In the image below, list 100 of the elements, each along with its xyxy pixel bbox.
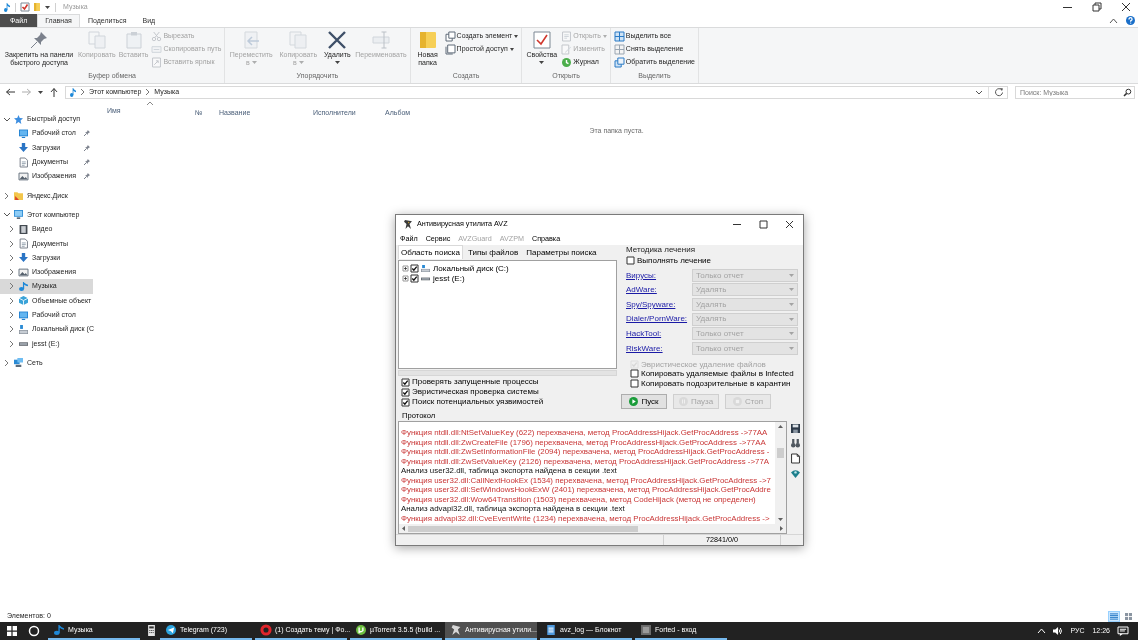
chevron-right-icon[interactable]: [10, 312, 13, 318]
back-arrow-icon[interactable]: [6, 88, 15, 96]
blank-page-icon[interactable]: [790, 454, 800, 463]
avz-logo-icon: [404, 219, 412, 229]
maximize-icon[interactable]: [760, 220, 767, 228]
chevron-right-icon[interactable]: [10, 240, 13, 247]
network-icon: [14, 358, 23, 368]
checkbox[interactable]: [402, 398, 409, 406]
chevron-right-icon[interactable]: [10, 297, 13, 304]
new-item-icon: [445, 32, 455, 41]
scroll-down-icon[interactable]: [778, 518, 783, 521]
chevron-right-icon[interactable]: [10, 326, 13, 333]
checkbox[interactable]: [411, 275, 418, 283]
clipboard-icon: [125, 32, 142, 48]
tab[interactable]: Параметры поиска: [523, 246, 600, 259]
pictures-icon: [19, 171, 28, 181]
scrollbar-thumb[interactable]: [408, 525, 638, 532]
play-icon: [629, 397, 639, 407]
chevron-right-icon[interactable]: [10, 269, 13, 276]
download-icon: [19, 143, 28, 153]
scroll-left-icon[interactable]: [402, 526, 405, 531]
details-view-button[interactable]: [1108, 610, 1120, 622]
chevron-right-icon[interactable]: [5, 359, 8, 366]
video-icon: [19, 224, 28, 234]
list-icon: [1110, 612, 1118, 620]
caret-down-icon: [789, 317, 794, 321]
copy-to-icon: [290, 32, 307, 48]
calculator-icon[interactable]: [147, 624, 156, 636]
checkbox[interactable]: [402, 378, 409, 386]
chevron-right-icon[interactable]: [10, 226, 13, 233]
checkbox[interactable]: [631, 370, 638, 378]
checkbox-label: Выполнять лечение: [637, 255, 711, 266]
music-note-icon: [70, 87, 76, 97]
up-arrow-icon[interactable]: [50, 87, 58, 97]
ring-icon: [261, 625, 271, 635]
pin-icon: [31, 32, 47, 48]
windows-logo-icon[interactable]: [7, 626, 17, 636]
caret-down-icon[interactable]: [38, 90, 43, 94]
notepad-icon: [546, 625, 556, 635]
cube-icon: [19, 296, 28, 306]
speaker-icon[interactable]: [1053, 627, 1063, 635]
checkbox-label: Эвристическое удаление файлов: [641, 359, 766, 369]
binoculars-icon[interactable]: [790, 439, 800, 448]
large-icons-view-button[interactable]: [1122, 610, 1134, 622]
chevron-down-icon[interactable]: [3, 117, 10, 121]
overlap-squares-icon: [614, 58, 624, 67]
checkbox[interactable]: [631, 380, 638, 388]
page-stack-icon: [445, 45, 455, 54]
chevron-right-icon[interactable]: [81, 89, 84, 95]
notification-icon[interactable]: [1118, 626, 1128, 636]
restore-icon[interactable]: [1093, 3, 1101, 11]
chevron-right-icon[interactable]: [10, 283, 13, 290]
expand-icon[interactable]: [403, 265, 408, 271]
check-page-icon[interactable]: [21, 3, 29, 11]
caret-down-icon: [789, 332, 794, 336]
chevron-right-icon[interactable]: [10, 340, 13, 347]
pictures-icon: [19, 267, 28, 277]
star-icon: [14, 114, 23, 124]
chevron-down-icon[interactable]: [976, 90, 982, 94]
copy-path-icon: [152, 45, 162, 54]
gem-icon[interactable]: [790, 469, 800, 478]
tree-item[interactable]: jesst (E:): [433, 274, 465, 284]
chevron-down-icon[interactable]: [3, 213, 10, 217]
checkbox[interactable]: [411, 264, 418, 272]
usb-drive-icon: [19, 339, 28, 349]
tab[interactable]: Область поиска: [398, 245, 463, 259]
chevron-right-icon[interactable]: [146, 89, 150, 95]
grid-icon: [614, 45, 624, 54]
chevron-up-icon[interactable]: [1110, 18, 1117, 23]
checkbox-label: Копировать подозрительные в карантин: [641, 378, 791, 389]
scroll-right-icon[interactable]: [780, 526, 783, 531]
checkbox-label: Проверять запущенные процессы: [412, 377, 539, 387]
vertical-scrollbar[interactable]: [775, 422, 786, 524]
page-icon: [562, 32, 572, 41]
tab[interactable]: Типы файлов: [465, 246, 522, 259]
expand-icon[interactable]: [403, 276, 408, 282]
scroll-up-icon[interactable]: [778, 425, 783, 428]
group-title: Методика лечения: [626, 245, 695, 255]
circle-icon[interactable]: [29, 626, 39, 636]
minimize-icon[interactable]: [733, 223, 741, 225]
checkbox[interactable]: [402, 388, 409, 396]
start-button[interactable]: Пуск: [621, 394, 667, 410]
help-icon[interactable]: [1126, 16, 1135, 25]
caret-down-icon: [789, 303, 794, 306]
close-icon[interactable]: [786, 220, 793, 228]
minimize-icon[interactable]: [1063, 6, 1072, 8]
checkbox[interactable]: [627, 257, 634, 264]
drive-icon: [19, 324, 28, 334]
chevron-right-icon[interactable]: [10, 254, 13, 261]
folder-icon: [14, 191, 23, 201]
desktop-icon: [19, 128, 28, 138]
tree-item[interactable]: Локальный диск (C:): [433, 263, 509, 273]
horizontal-scrollbar[interactable]: [399, 524, 786, 533]
caret-down-icon[interactable]: [45, 5, 50, 9]
chevron-right-icon[interactable]: [5, 192, 8, 199]
close-icon[interactable]: [1122, 3, 1130, 11]
folder-icon: [419, 32, 436, 48]
scrollbar-thumb[interactable]: [777, 448, 784, 458]
refresh-icon[interactable]: [995, 88, 1003, 96]
pencil-page-icon: [562, 45, 572, 54]
